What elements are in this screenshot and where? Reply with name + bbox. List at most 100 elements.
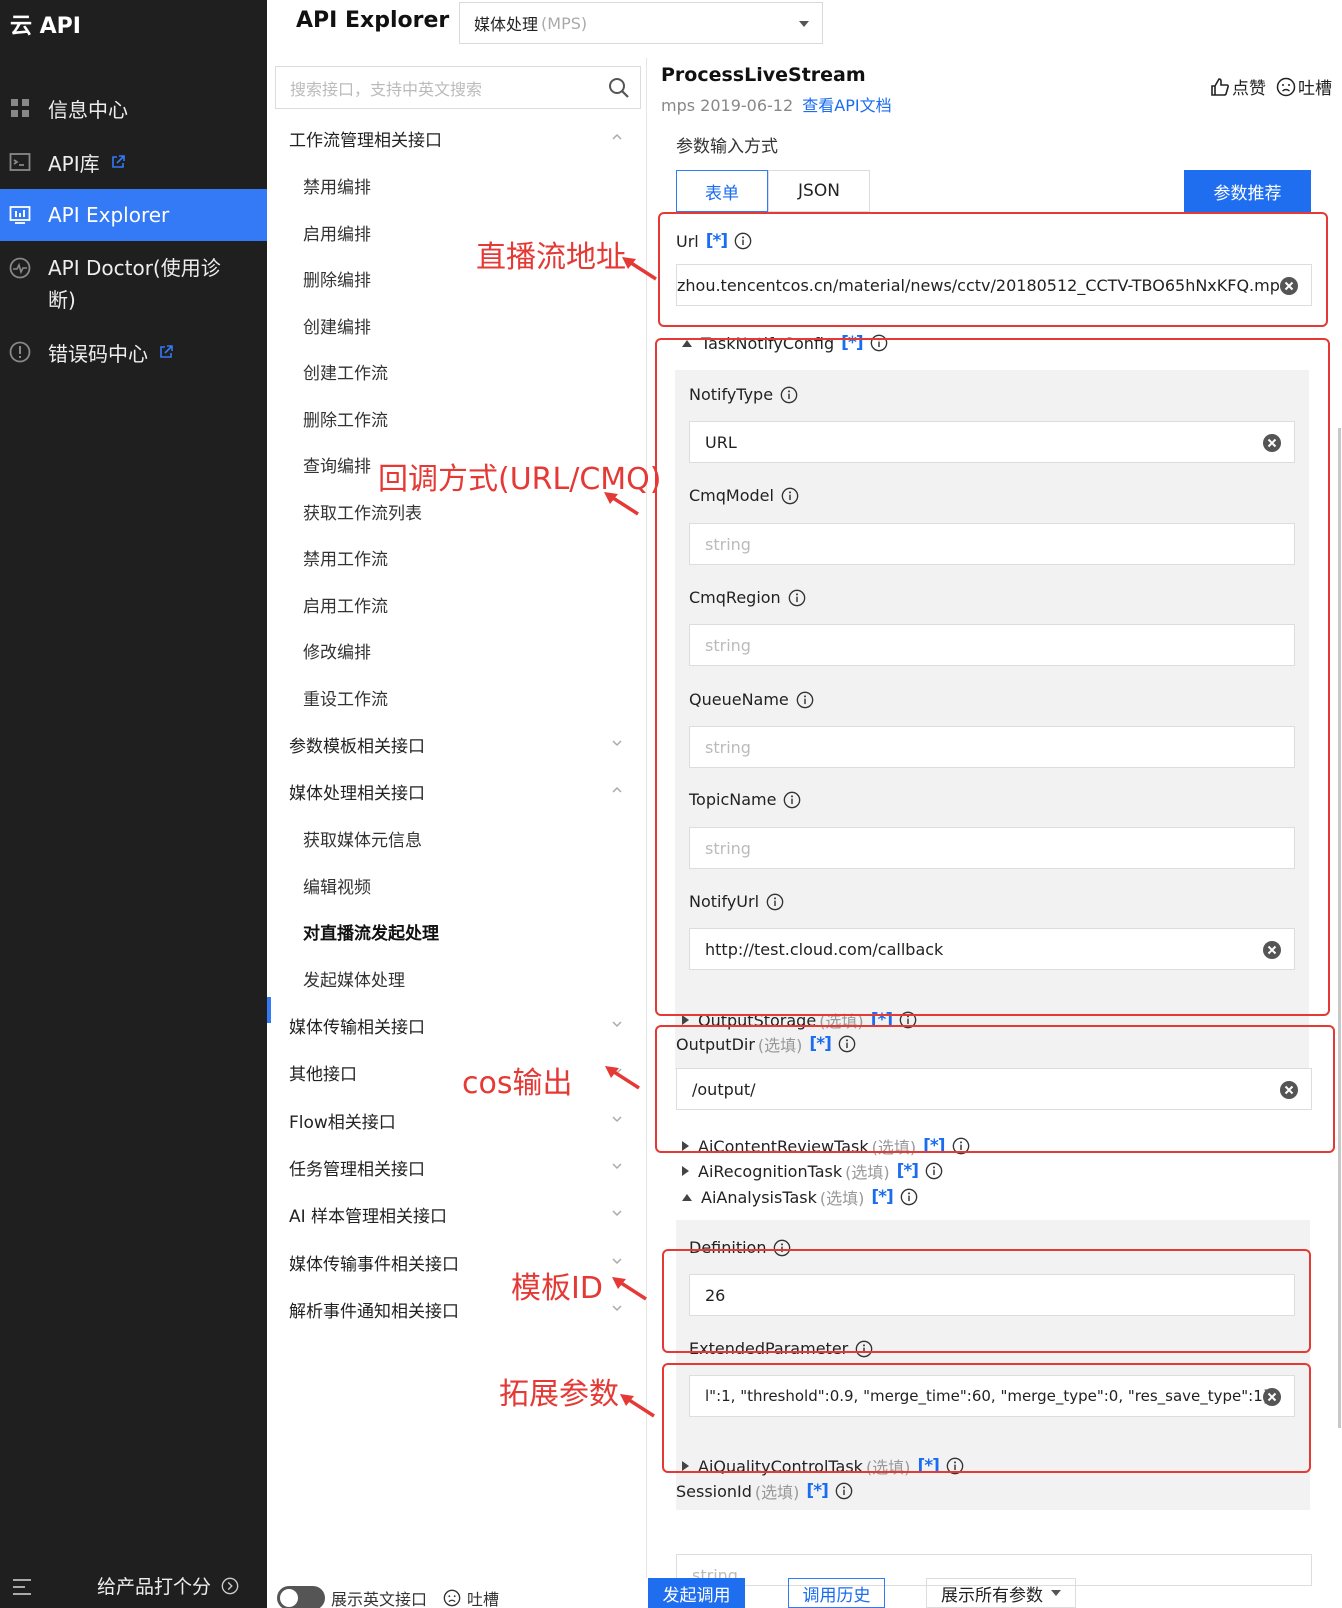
required-marker: [*] [806, 1481, 828, 1501]
group-task-management[interactable]: 任务管理相关接口 [289, 1155, 425, 1180]
api-item[interactable]: 修改编排 [303, 638, 371, 663]
api-item[interactable]: 删除编排 [303, 266, 371, 291]
sidebar: 云 API 信息中心 API库 API Explorer API Doctor(… [0, 0, 267, 1608]
label-text: SessionId [676, 1481, 752, 1501]
annotation-arrow [610, 1273, 650, 1303]
complain-label: 吐槽 [1298, 79, 1332, 99]
api-item[interactable]: 编辑视频 [303, 873, 371, 898]
selected-indicator [267, 997, 271, 1023]
sidebar-item-error-center[interactable]: 错误码中心 [0, 326, 267, 378]
sidebar-item-api-explorer[interactable]: API Explorer [0, 189, 267, 241]
required-marker: [*] [871, 1187, 893, 1207]
api-list-panel: 搜索接口，支持中英文搜索 工作流管理相关接口 禁用编排 启用编排 删除编排 创建… [267, 58, 647, 1578]
error-icon [9, 341, 31, 363]
call-history-button[interactable]: 调用历史 [788, 1578, 885, 1608]
sidebar-item-label: API库 [48, 151, 100, 176]
api-item[interactable]: 获取媒体元信息 [303, 826, 422, 851]
group-media-transfer[interactable]: 媒体传输相关接口 [289, 1013, 425, 1038]
sad-face-icon[interactable] [443, 1589, 461, 1607]
sidebar-item-api-doctor[interactable]: API Doctor(使用诊断) [0, 244, 267, 324]
feedback-bar: 点赞 吐槽 [1210, 74, 1332, 99]
show-all-params-button[interactable]: 展示所有参数 [926, 1578, 1076, 1608]
monitor-icon [9, 206, 31, 224]
annotation-cos-output: cos输出 [462, 1066, 573, 1101]
english-api-toggle[interactable] [277, 1586, 325, 1608]
expand-triangle-icon [682, 1166, 689, 1176]
group-other[interactable]: 其他接口 [289, 1060, 357, 1085]
api-item[interactable]: 创建编排 [303, 313, 371, 338]
api-item[interactable]: 禁用编排 [303, 173, 371, 198]
expand-triangle-icon [682, 1015, 689, 1025]
api-search-input[interactable]: 搜索接口，支持中英文搜索 [275, 66, 641, 109]
group-parse-event[interactable]: 解析事件通知相关接口 [289, 1297, 459, 1322]
sidebar-item-label: API Doctor(使用诊断) [48, 256, 221, 312]
chevron-down-icon[interactable] [611, 737, 623, 749]
info-icon[interactable] [835, 1482, 853, 1500]
chevron-up-icon[interactable] [611, 131, 623, 143]
chevron-down-icon[interactable] [611, 1018, 623, 1030]
collapse-menu-icon[interactable] [12, 1578, 32, 1596]
complain-button[interactable]: 吐槽 [1276, 74, 1332, 99]
like-button[interactable]: 点赞 [1210, 74, 1266, 99]
annotation-box-url [658, 212, 1328, 327]
sidebar-item-label: 信息中心 [48, 97, 128, 122]
api-item[interactable]: 获取工作流列表 [303, 499, 422, 524]
api-name: ProcessLiveStream [661, 64, 866, 86]
english-api-toggle-row: 展示英文接口 吐槽 [277, 1586, 499, 1608]
group-param-template[interactable]: 参数模板相关接口 [289, 732, 425, 757]
required-marker: [*] [896, 1161, 919, 1181]
doctor-icon [9, 257, 31, 279]
group-flow[interactable]: Flow相关接口 [289, 1108, 396, 1133]
label-text: AiRecognitionTask [698, 1161, 843, 1181]
info-icon[interactable] [900, 1188, 918, 1206]
label-text: AiAnalysisTask [701, 1187, 817, 1207]
group-ai-sample[interactable]: AI 样本管理相关接口 [289, 1202, 447, 1227]
recommend-params-button[interactable]: 参数推荐 [1184, 170, 1311, 212]
rate-product-button[interactable]: 给产品打个分 [97, 1572, 239, 1599]
api-version: mps 2019-06-12 [661, 96, 794, 115]
info-icon[interactable] [925, 1162, 943, 1180]
chevron-down-icon[interactable] [611, 1160, 623, 1172]
param-ai-analysis-label[interactable]: AiAnalysisTask (选填) [*] [682, 1185, 918, 1209]
annotation-arrow [603, 1062, 643, 1092]
api-item[interactable]: 删除工作流 [303, 406, 388, 431]
api-doc-link[interactable]: 查看API文档 [802, 96, 891, 115]
api-meta: mps 2019-06-12 查看API文档 [661, 92, 892, 116]
tab-json[interactable]: JSON [768, 170, 870, 212]
tab-form[interactable]: 表单 [676, 170, 768, 212]
api-item[interactable]: 查询编排 [303, 452, 371, 477]
feedback-link[interactable]: 吐槽 [467, 1586, 499, 1608]
page-title: API Explorer [296, 8, 450, 33]
cloud-api-logo[interactable]: 云 API [10, 8, 81, 40]
product-select[interactable]: 媒体处理 (MPS) [459, 2, 823, 44]
api-item[interactable]: 启用编排 [303, 220, 371, 245]
group-transfer-event[interactable]: 媒体传输事件相关接口 [289, 1250, 459, 1275]
group-workflow[interactable]: 工作流管理相关接口 [289, 126, 442, 151]
api-item[interactable]: 重设工作流 [303, 685, 388, 710]
sidebar-item-api-library[interactable]: API库 [0, 136, 267, 188]
chevron-down-icon[interactable] [611, 1207, 623, 1219]
rate-label: 给产品打个分 [97, 1576, 212, 1598]
annotation-box-definition [662, 1249, 1311, 1353]
search-icon[interactable] [608, 77, 630, 99]
search-placeholder: 搜索接口，支持中英文搜索 [290, 79, 483, 99]
api-item[interactable]: 禁用工作流 [303, 545, 388, 570]
param-ai-recognition-label[interactable]: AiRecognitionTask (选填) [*] [682, 1159, 943, 1183]
thumbs-up-icon [1211, 77, 1229, 96]
chevron-down-icon[interactable] [611, 1113, 623, 1125]
chevron-down-icon[interactable] [611, 1302, 623, 1314]
terminal-icon [9, 153, 31, 171]
caret-down-icon [799, 21, 809, 27]
call-api-button[interactable]: 发起调用 [648, 1578, 745, 1608]
sidebar-item-label: 错误码中心 [48, 341, 148, 366]
caret-down-icon [1051, 1589, 1061, 1596]
scrollbar[interactable] [1338, 428, 1341, 1428]
api-item-selected[interactable]: 对直播流发起处理 [303, 919, 439, 944]
chevron-up-icon[interactable] [611, 784, 623, 796]
chevron-down-icon[interactable] [611, 1255, 623, 1267]
group-media-processing[interactable]: 媒体处理相关接口 [289, 779, 425, 804]
api-item[interactable]: 发起媒体处理 [303, 966, 405, 991]
sidebar-item-info-center[interactable]: 信息中心 [0, 82, 267, 134]
api-item[interactable]: 启用工作流 [303, 592, 388, 617]
api-item[interactable]: 创建工作流 [303, 359, 388, 384]
